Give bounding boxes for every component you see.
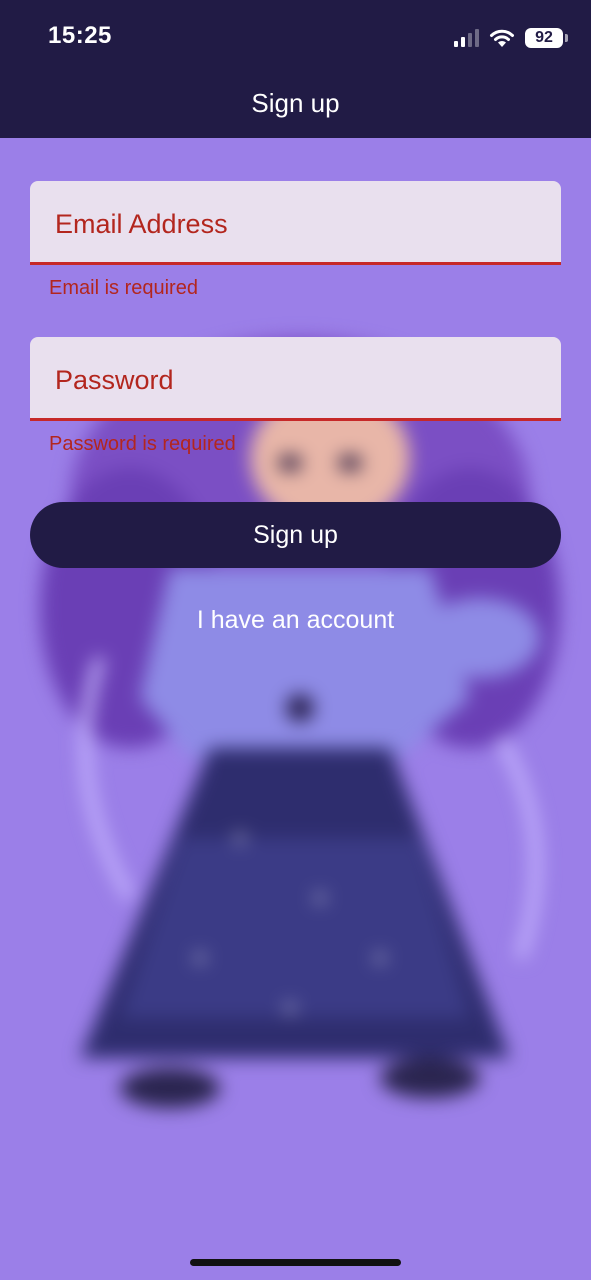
- email-field[interactable]: Email Address: [30, 181, 561, 265]
- email-error-text: Email is required: [49, 277, 198, 299]
- have-account-link[interactable]: I have an account: [0, 606, 591, 635]
- password-field[interactable]: Password: [30, 337, 561, 421]
- password-error-text: Password is required: [49, 433, 236, 455]
- app-header: 15:25 92 Sign up: [0, 0, 591, 138]
- email-input[interactable]: [30, 181, 561, 262]
- background-illustration: [0, 138, 591, 1280]
- battery-icon: 92: [525, 28, 568, 48]
- wifi-icon: [490, 29, 514, 47]
- sign-up-button[interactable]: Sign up: [30, 502, 561, 568]
- home-indicator: [190, 1259, 401, 1266]
- password-input[interactable]: [30, 337, 561, 418]
- cellular-signal-icon: [454, 29, 479, 47]
- status-time: 15:25: [48, 22, 112, 49]
- status-icons: 92: [454, 24, 568, 52]
- page-title: Sign up: [251, 88, 340, 118]
- battery-level: 92: [535, 29, 553, 46]
